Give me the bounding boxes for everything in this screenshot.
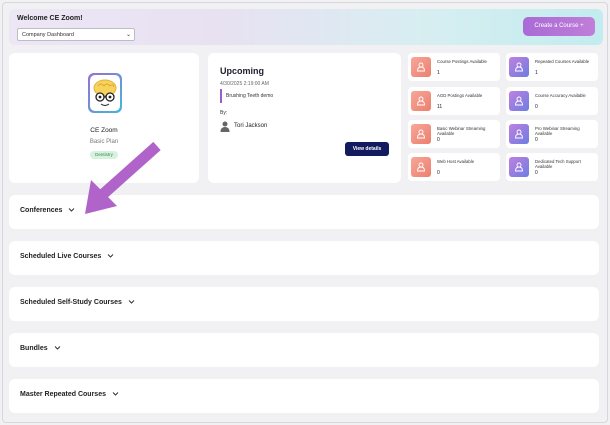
create-course-button[interactable]: Create a Course + [523, 17, 595, 36]
stat-value: 1 [535, 70, 538, 76]
stat-label: Basic Webinar Streaming Available [437, 126, 486, 136]
dashboard-select-value: Company Dashboard [22, 32, 74, 38]
stat-value: 0 [535, 170, 538, 176]
stat-label: Web Host Available [437, 159, 475, 164]
section-title: Scheduled Live Courses [20, 253, 102, 260]
upcoming-title: Upcoming [220, 66, 264, 76]
welcome-title: Welcome CE Zoom! [17, 15, 83, 22]
stat-card: Dedicated Tech Support Available 0 [506, 153, 598, 181]
chevron-down-icon[interactable] [68, 206, 75, 213]
stat-card: AGD Postings Available 11 [408, 87, 500, 115]
users-icon [411, 57, 431, 77]
stat-value: 0 [535, 137, 538, 143]
users-icon [509, 124, 529, 144]
app-frame: Welcome CE Zoom! Company Dashboard ⌄ Cre… [2, 2, 608, 423]
section-title: Master Repeated Courses [20, 391, 106, 398]
dashboard-select[interactable]: Company Dashboard ⌄ [17, 28, 135, 41]
chevron-down-icon[interactable] [107, 252, 114, 259]
section-title: Scheduled Self-Study Courses [20, 299, 122, 306]
stat-value: 0 [437, 137, 440, 143]
stat-card: Pro Webinar Streaming Available 0 [506, 120, 598, 148]
user-icon [220, 121, 230, 132]
stat-label: AGD Postings Available [437, 93, 483, 98]
users-icon [411, 124, 431, 144]
users-icon [509, 57, 529, 77]
profile-name: CE Zoom [90, 127, 118, 134]
upcoming-date: 4/30/2025 2:19:00 AM [220, 81, 269, 87]
users-icon [411, 91, 431, 111]
users-icon [509, 91, 529, 111]
section-accordion[interactable]: Scheduled Self-Study Courses [9, 287, 599, 321]
section-accordion[interactable]: Bundles [9, 333, 599, 367]
stat-value: 0 [437, 170, 440, 176]
section-accordion[interactable]: Scheduled Live Courses [9, 241, 599, 275]
stat-label: Course Postings Available [437, 59, 487, 64]
stat-card: Basic Webinar Streaming Available 0 [408, 120, 500, 148]
upcoming-by-label: By: [220, 110, 228, 116]
users-icon [509, 157, 529, 177]
section-accordion[interactable]: Master Repeated Courses [9, 379, 599, 413]
users-icon [411, 157, 431, 177]
section-title: Conferences [20, 207, 63, 214]
stat-value: 11 [437, 104, 443, 110]
stat-card: Course Postings Available 1 [408, 53, 500, 81]
stat-value: 0 [535, 104, 538, 110]
view-details-button[interactable]: View details [345, 142, 389, 156]
stat-label: Pro Webinar Streaming Available [535, 126, 580, 136]
stat-card: Repeated Courses Available 1 [506, 53, 598, 81]
stat-value: 1 [437, 70, 440, 76]
brain-glasses-icon [93, 79, 117, 106]
chevron-down-icon[interactable] [128, 298, 135, 305]
presenter-name: Tori Jackson [234, 123, 268, 129]
section-title: Bundles [20, 345, 48, 352]
upcoming-event: Brushing Teeth demo [220, 89, 273, 103]
chevron-down-icon: ⌄ [125, 32, 131, 38]
stat-card: Course Accuracy Available 0 [506, 87, 598, 115]
stat-label: Course Accuracy Available [535, 93, 586, 98]
stat-card: Web Host Available 0 [408, 153, 500, 181]
welcome-header: Welcome CE Zoom! Company Dashboard ⌄ Cre… [9, 9, 603, 45]
annotation-arrow [85, 141, 161, 214]
upcoming-card: Upcoming 4/30/2025 2:19:00 AM Brushing T… [208, 53, 401, 183]
chevron-down-icon[interactable] [112, 390, 119, 397]
stat-label: Repeated Courses Available [535, 59, 590, 64]
brain-avatar-logo [88, 73, 122, 113]
chevron-down-icon[interactable] [54, 344, 61, 351]
stat-label: Dedicated Tech Support Available [535, 159, 581, 169]
